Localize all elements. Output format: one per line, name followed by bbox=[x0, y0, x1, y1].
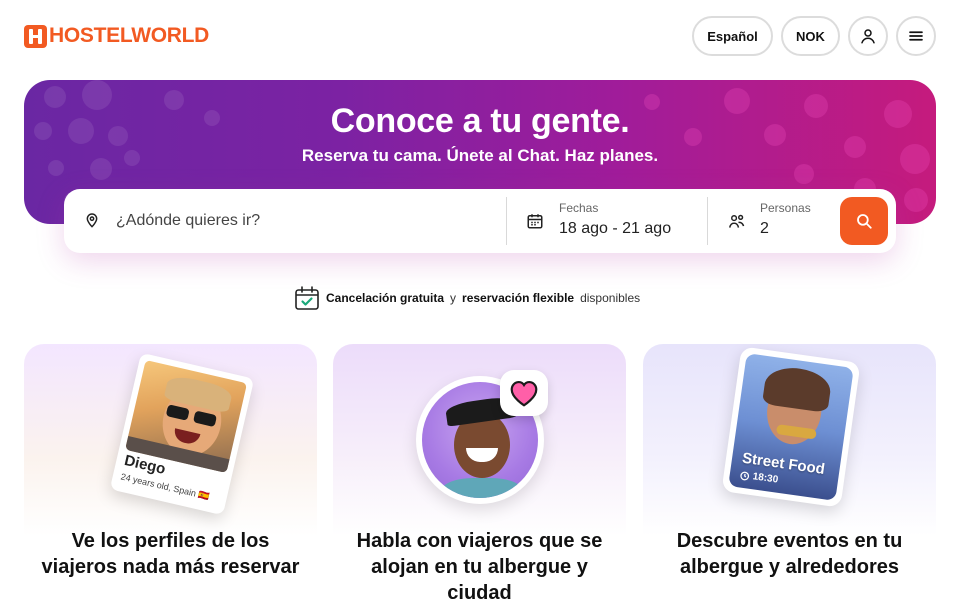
profile-polaroid: Diego 24 years old, Spain 🇪🇸 bbox=[109, 352, 255, 516]
calendar-icon bbox=[527, 214, 543, 229]
card-title: Ve los perfiles de los viajeros nada más… bbox=[41, 530, 300, 578]
cancellation-note: Cancelación gratuita y reservación flexi… bbox=[294, 285, 640, 311]
free-cancellation-text: Cancelación gratuita bbox=[326, 291, 445, 305]
search-divider bbox=[506, 197, 507, 245]
logo-mark-icon bbox=[24, 24, 47, 48]
dates-label: Fechas bbox=[559, 201, 599, 215]
site-header: HOSTELWORLD Español NOK bbox=[0, 0, 960, 72]
feature-card-events: Street Food 18:30 Descubre eventos en tu… bbox=[643, 344, 936, 600]
heart-icon bbox=[510, 380, 538, 407]
destination-input[interactable] bbox=[116, 210, 496, 232]
card-title: Habla con viajeros que se alojan en tu a… bbox=[356, 530, 603, 600]
profile-meta: 24 years old, Spain 🇪🇸 bbox=[119, 471, 211, 502]
event-time-row: 18:30 bbox=[739, 469, 779, 486]
currency-button[interactable]: NOK bbox=[781, 16, 840, 56]
language-button[interactable]: Español bbox=[692, 16, 773, 56]
flexible-booking-text: reservación flexible bbox=[462, 291, 575, 305]
dates-value: 18 ago - 21 ago bbox=[559, 220, 672, 237]
people-icon bbox=[729, 214, 745, 228]
menu-button[interactable] bbox=[896, 16, 936, 56]
calendar-check-icon bbox=[295, 286, 319, 310]
hero-subtitle: Reserva tu cama. Únete al Chat. Haz plan… bbox=[301, 146, 659, 165]
location-pin-icon bbox=[86, 213, 98, 228]
event-photo: Street Food 18:30 bbox=[728, 353, 854, 501]
search-bar: Fechas 18 ago - 21 ago Personas 2 bbox=[64, 189, 896, 253]
account-button[interactable] bbox=[848, 16, 888, 56]
search-button[interactable] bbox=[840, 197, 888, 245]
feature-card-profiles: Diego 24 years old, Spain 🇪🇸 Ve los perf… bbox=[24, 344, 317, 600]
heart-badge bbox=[500, 370, 548, 416]
note-connector: y bbox=[450, 291, 457, 305]
event-time: 18:30 bbox=[751, 471, 779, 486]
guests-value: 2 bbox=[760, 220, 769, 237]
guests-label: Personas bbox=[760, 201, 811, 215]
logo-text: HOSTELWORLD bbox=[49, 24, 210, 47]
clock-icon bbox=[740, 471, 750, 480]
search-divider bbox=[707, 197, 708, 245]
card-title: Descubre eventos en tu albergue y alrede… bbox=[676, 530, 903, 578]
user-icon bbox=[861, 29, 875, 44]
hostelworld-logo[interactable]: HOSTELWORLD bbox=[24, 24, 209, 48]
note-suffix: disponibles bbox=[580, 291, 641, 305]
search-icon bbox=[857, 214, 872, 229]
event-polaroid: Street Food 18:30 bbox=[721, 346, 861, 508]
menu-icon bbox=[909, 31, 923, 41]
feature-card-chat: Habla con viajeros que se alojan en tu a… bbox=[333, 344, 626, 600]
hero-title: Conoce a tu gente. bbox=[330, 102, 630, 140]
